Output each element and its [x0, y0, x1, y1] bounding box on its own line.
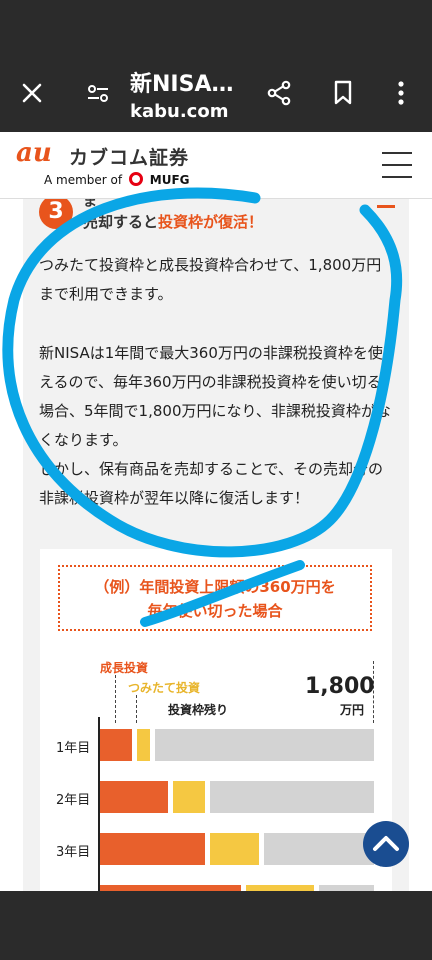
- annotation-circle: [2, 187, 403, 627]
- chevron-up-icon: [373, 836, 399, 851]
- scroll-to-top-button[interactable]: [363, 821, 409, 867]
- system-nav-bar: [0, 891, 432, 960]
